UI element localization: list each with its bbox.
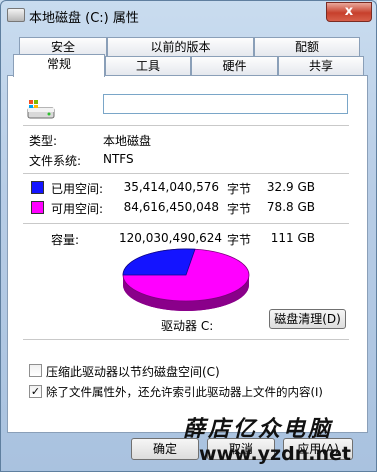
filesystem-label: 文件系统: <box>29 154 82 168</box>
free-space-label: 可用空间: <box>51 202 104 216</box>
disk-usage-pie <box>122 248 250 311</box>
capacity-label: 容量: <box>51 233 80 247</box>
type-label: 类型: <box>29 134 58 148</box>
divider <box>23 125 349 126</box>
tab-general[interactable]: 常规 <box>13 54 105 77</box>
title-bar[interactable]: 本地磁盘 (C:) 属性 x <box>1 1 377 29</box>
divider <box>23 339 349 340</box>
volume-name-input[interactable] <box>103 94 348 114</box>
drive-letter-label: 驱动器 C: <box>161 319 214 333</box>
drive-title-icon <box>7 8 25 22</box>
capacity-bytes: 120,030,490,624 <box>119 231 223 245</box>
compress-checkbox[interactable] <box>29 364 42 377</box>
divider <box>23 223 349 224</box>
tab-previous-versions[interactable]: 以前的版本 <box>107 37 254 56</box>
close-button[interactable]: x <box>326 2 372 22</box>
compress-checkbox-label[interactable]: 压缩此驱动器以节约磁盘空间(C) <box>46 363 220 380</box>
divider <box>23 173 349 174</box>
capacity-unit: 字节 <box>227 233 252 247</box>
drive-icon <box>27 100 55 119</box>
tab-sharing[interactable]: 共享 <box>278 56 364 75</box>
filesystem-value: NTFS <box>103 152 134 166</box>
window-title: 本地磁盘 (C:) 属性 <box>29 11 139 26</box>
watermark-text: 薛店亿众电脑 <box>183 416 334 442</box>
used-space-label: 已用空间: <box>51 182 104 196</box>
tab-hardware[interactable]: 硬件 <box>191 56 278 75</box>
free-space-swatch <box>31 201 44 214</box>
type-value: 本地磁盘 <box>103 134 152 148</box>
capacity-size: 111 GB <box>270 231 315 245</box>
free-space-unit: 字节 <box>227 202 252 216</box>
free-space-bytes: 84,616,450,048 <box>123 200 219 214</box>
used-space-unit: 字节 <box>227 182 252 196</box>
used-space-size: 32.9 GB <box>266 180 315 194</box>
tab-strip: 安全 以前的版本 配额 常规 工具 硬件 共享 <box>7 37 370 77</box>
disk-cleanup-button[interactable]: 磁盘清理(D) <box>269 309 346 329</box>
tab-quota[interactable]: 配额 <box>254 37 360 56</box>
used-space-swatch <box>31 181 44 194</box>
used-space-bytes: 35,414,040,576 <box>123 180 219 194</box>
index-checkbox-label[interactable]: 除了文件属性外，还允许索引此驱动器上文件的内容(I) <box>46 384 323 400</box>
index-checkbox[interactable]: ✓ <box>29 385 42 398</box>
tab-tools[interactable]: 工具 <box>105 56 191 75</box>
properties-window: 本地磁盘 (C:) 属性 x 安全 以前的版本 配额 常规 工具 硬件 共享 类… <box>0 0 377 472</box>
free-space-size: 78.8 GB <box>266 200 315 214</box>
watermark-url: www.yzdn.net <box>199 443 351 465</box>
